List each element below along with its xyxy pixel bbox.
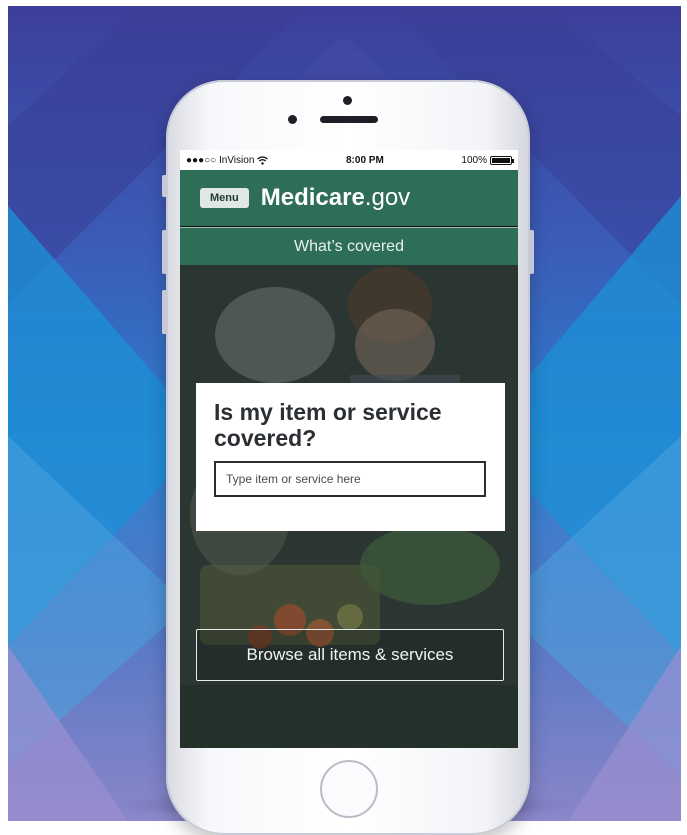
carrier-label: ●●●○○ InVision [186,154,255,166]
status-time: 8:00 PM [346,154,384,166]
site-header: Menu Medicare .gov [180,170,518,226]
proximity-sensor [288,115,297,124]
volume-up-button [162,230,167,274]
menu-button[interactable]: Menu [200,188,249,208]
front-camera [343,96,352,105]
home-button[interactable] [320,760,378,818]
card-title: Is my item or service covered? [214,399,442,451]
status-bar: ●●●○○ InVision 8:00 PM 100% [180,150,518,170]
earpiece-speaker [320,116,378,123]
coverage-search-card: Is my item or service covered? [196,383,505,531]
battery-percent: 100% [461,154,487,166]
phone-mockup: ●●●○○ InVision 8:00 PM 100% Menu Medicar… [162,80,534,835]
nav-whats-covered[interactable]: What’s covered [180,227,518,265]
volume-down-button [162,290,167,334]
browse-label: Browse all items & services [246,645,454,664]
carrier-group: ●●●○○ InVision [186,154,269,166]
search-input[interactable] [214,461,486,497]
battery-group: 100% [461,154,514,166]
logo-gov: .gov [364,184,411,211]
mute-switch [162,175,167,197]
power-button [529,230,534,274]
site-logo[interactable]: Medicare .gov [261,184,410,212]
scene: ●●●○○ InVision 8:00 PM 100% Menu Medicar… [0,0,687,835]
logo-medicare: Medicare [260,184,365,211]
phone-screen: ●●●○○ InVision 8:00 PM 100% Menu Medicar… [180,150,518,748]
hero-image: Is my item or service covered? Browse al… [180,265,518,748]
browse-all-button[interactable]: Browse all items & services [196,629,504,681]
battery-icon [490,155,514,165]
nav-label: What’s covered [294,237,404,255]
wifi-icon [257,155,269,165]
